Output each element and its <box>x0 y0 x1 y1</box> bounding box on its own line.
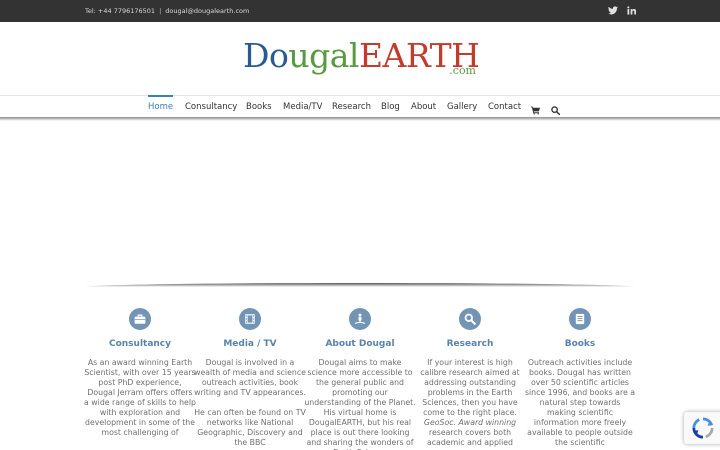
linkedin-icon[interactable] <box>627 6 636 15</box>
phone-number: Tel: +44 7796176501 <box>85 7 156 15</box>
magnifier-icon[interactable] <box>459 308 481 330</box>
contact-separator: | <box>159 7 162 15</box>
feature-consultancy: Consultancy As an award winning Earth Sc… <box>84 308 196 438</box>
slider-shadow <box>85 283 635 287</box>
top-bar: Tel: +44 7796176501 | dougal@dougalearth.c… <box>0 0 720 22</box>
contact-info: Tel: +44 7796176501 | dougal@dougalearth.c… <box>85 0 249 22</box>
nav-item-books[interactable]: Books <box>246 96 272 118</box>
logo-letter-o: o <box>268 36 289 75</box>
feature-about-dougal: About Dougal Dougal aims to make science… <box>304 308 416 450</box>
logo-letter-d: D <box>243 36 269 75</box>
logo-wordmark: DougalEARTH <box>243 36 480 76</box>
feature-books: Books Outreach activities include books.… <box>524 308 636 448</box>
feature-text: Outreach activities include books. Douga… <box>524 358 636 447</box>
nav-item-consultancy[interactable]: Consultancy <box>185 96 237 118</box>
main-navigation: Home Consultancy Books Media/TV Research… <box>0 95 720 117</box>
feature-title[interactable]: Consultancy <box>84 338 196 350</box>
person-icon[interactable] <box>349 308 371 330</box>
nav-item-media-tv[interactable]: Media/TV <box>283 96 322 118</box>
feature-title[interactable]: Books <box>524 338 636 350</box>
nav-item-home[interactable]: Home <box>148 95 174 118</box>
feature-title[interactable]: About Dougal <box>304 338 416 350</box>
briefcase-icon[interactable] <box>129 308 151 330</box>
nav-item-blog[interactable]: Blog <box>381 96 400 118</box>
feature-research: Research If your interest is high calibr… <box>414 308 526 448</box>
feature-text: As an award winning Earth Scientist, wit… <box>84 358 196 437</box>
site-header: DougalEARTH .com <box>0 22 720 96</box>
recaptcha-icon <box>692 417 714 439</box>
feature-media-tv: Media / TV Dougal is involved in a wealt… <box>194 308 306 448</box>
feature-text-secondary: He can often be found on TV networks lik… <box>194 408 306 447</box>
logo-ugal: ugal <box>288 36 359 75</box>
logo-dotcom: .com <box>449 64 476 77</box>
feature-text: Dougal aims to make science more accessi… <box>304 358 416 450</box>
site-logo[interactable]: DougalEARTH .com <box>243 36 480 82</box>
hero-slider <box>0 121 720 283</box>
recaptcha-badge[interactable] <box>684 412 720 444</box>
nav-item-gallery[interactable]: Gallery <box>447 96 477 118</box>
search-icon[interactable] <box>551 102 561 116</box>
feature-title[interactable]: Media / TV <box>194 338 306 350</box>
feature-text: Dougal is involved in a wealth of media … <box>194 358 306 397</box>
twitter-icon[interactable] <box>608 6 618 15</box>
cart-icon[interactable] <box>531 102 540 115</box>
feature-text: If your interest is high calibre researc… <box>414 358 526 448</box>
email-link[interactable]: dougal@dougalearth.com <box>165 7 249 15</box>
feature-text-part: research covers both academic and applie… <box>426 428 514 447</box>
nav-item-about[interactable]: About <box>411 96 436 118</box>
feature-text-part: If your interest is high calibre researc… <box>420 358 520 417</box>
feature-title[interactable]: Research <box>414 338 526 350</box>
film-icon[interactable] <box>239 308 261 330</box>
feature-text-emphasis: GeoSoc. Award winning <box>423 418 517 427</box>
book-icon[interactable] <box>569 308 591 330</box>
nav-item-research[interactable]: Research <box>332 96 371 118</box>
nav-item-contact[interactable]: Contact <box>488 96 521 118</box>
